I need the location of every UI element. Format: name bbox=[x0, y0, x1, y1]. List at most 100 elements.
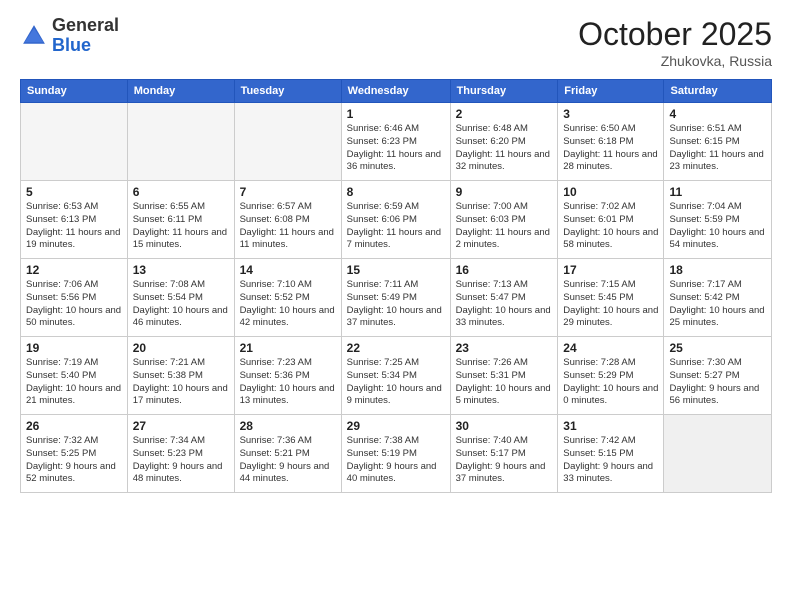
table-row: 8 Sunrise: 6:59 AM Sunset: 6:06 PM Daylig… bbox=[341, 181, 450, 259]
day-info: Sunrise: 6:57 AM Sunset: 6:08 PM Dayligh… bbox=[240, 201, 336, 252]
day-number: 16 bbox=[456, 263, 553, 277]
day-info: Sunrise: 7:23 AM Sunset: 5:36 PM Dayligh… bbox=[240, 357, 336, 408]
location-subtitle: Zhukovka, Russia bbox=[578, 53, 772, 69]
table-row bbox=[664, 415, 772, 493]
table-row: 3 Sunrise: 6:50 AM Sunset: 6:18 PM Daylig… bbox=[558, 103, 664, 181]
calendar-table: Sunday Monday Tuesday Wednesday Thursday… bbox=[20, 79, 772, 493]
day-number: 17 bbox=[563, 263, 658, 277]
col-monday: Monday bbox=[127, 80, 234, 103]
table-row bbox=[234, 103, 341, 181]
logo: General Blue bbox=[20, 16, 119, 56]
table-row: 18 Sunrise: 7:17 AM Sunset: 5:42 PM Dayli… bbox=[664, 259, 772, 337]
day-number: 24 bbox=[563, 341, 658, 355]
day-info: Sunrise: 6:48 AM Sunset: 6:20 PM Dayligh… bbox=[456, 123, 553, 174]
day-number: 31 bbox=[563, 419, 658, 433]
table-row: 12Sunrise: 7:06 AM Sunset: 5:56 PM Dayli… bbox=[21, 259, 128, 337]
table-row: 21 Sunrise: 7:23 AM Sunset: 5:36 PM Dayli… bbox=[234, 337, 341, 415]
day-number: 4 bbox=[669, 107, 766, 121]
day-number: 9 bbox=[456, 185, 553, 199]
day-number: 20 bbox=[133, 341, 229, 355]
table-row: 26 Sunrise: 7:32 AM Sunset: 5:25 PM Dayli… bbox=[21, 415, 128, 493]
day-number: 18 bbox=[669, 263, 766, 277]
col-sunday: Sunday bbox=[21, 80, 128, 103]
table-row bbox=[127, 103, 234, 181]
day-info: Sunrise: 7:17 AM Sunset: 5:42 PM Dayligh… bbox=[669, 279, 766, 330]
table-row bbox=[21, 103, 128, 181]
title-section: October 2025 Zhukovka, Russia bbox=[578, 16, 772, 69]
day-number: 19 bbox=[26, 341, 122, 355]
day-number: 7 bbox=[240, 185, 336, 199]
day-number: 14 bbox=[240, 263, 336, 277]
day-number: 10 bbox=[563, 185, 658, 199]
day-info: Sunrise: 7:19 AM Sunset: 5:40 PM Dayligh… bbox=[26, 357, 122, 408]
day-info: Sunrise: 7:08 AM Sunset: 5:54 PM Dayligh… bbox=[133, 279, 229, 330]
day-info: Sunrise: 7:42 AM Sunset: 5:15 PM Dayligh… bbox=[563, 435, 658, 486]
logo-general-text: General bbox=[52, 15, 119, 35]
day-info: Sunrise: 7:28 AM Sunset: 5:29 PM Dayligh… bbox=[563, 357, 658, 408]
day-number: 13 bbox=[133, 263, 229, 277]
col-thursday: Thursday bbox=[450, 80, 558, 103]
table-row: 17 Sunrise: 7:15 AM Sunset: 5:45 PM Dayli… bbox=[558, 259, 664, 337]
table-row: 15Sunrise: 7:11 AM Sunset: 5:49 PM Dayli… bbox=[341, 259, 450, 337]
table-row: 6 Sunrise: 6:55 AM Sunset: 6:11 PM Daylig… bbox=[127, 181, 234, 259]
day-info: Sunrise: 7:34 AM Sunset: 5:23 PM Dayligh… bbox=[133, 435, 229, 486]
table-row: 25Sunrise: 7:30 AM Sunset: 5:27 PM Dayli… bbox=[664, 337, 772, 415]
day-number: 6 bbox=[133, 185, 229, 199]
table-row: 22Sunrise: 7:25 AM Sunset: 5:34 PM Dayli… bbox=[341, 337, 450, 415]
table-row: 16Sunrise: 7:13 AM Sunset: 5:47 PM Dayli… bbox=[450, 259, 558, 337]
table-row: 1 Sunrise: 6:46 AM Sunset: 6:23 PM Daylig… bbox=[341, 103, 450, 181]
day-number: 1 bbox=[347, 107, 445, 121]
day-info: Sunrise: 6:50 AM Sunset: 6:18 PM Dayligh… bbox=[563, 123, 658, 174]
day-number: 26 bbox=[26, 419, 122, 433]
table-row: 19 Sunrise: 7:19 AM Sunset: 5:40 PM Dayli… bbox=[21, 337, 128, 415]
table-row: 20 Sunrise: 7:21 AM Sunset: 5:38 PM Dayli… bbox=[127, 337, 234, 415]
calendar-week-row: 26 Sunrise: 7:32 AM Sunset: 5:25 PM Dayli… bbox=[21, 415, 772, 493]
day-number: 30 bbox=[456, 419, 553, 433]
header: General Blue October 2025 Zhukovka, Russ… bbox=[20, 16, 772, 69]
table-row: 7 Sunrise: 6:57 AM Sunset: 6:08 PM Daylig… bbox=[234, 181, 341, 259]
calendar-header-row: Sunday Monday Tuesday Wednesday Thursday… bbox=[21, 80, 772, 103]
day-info: Sunrise: 7:21 AM Sunset: 5:38 PM Dayligh… bbox=[133, 357, 229, 408]
day-info: Sunrise: 7:26 AM Sunset: 5:31 PM Dayligh… bbox=[456, 357, 553, 408]
calendar-week-row: 19 Sunrise: 7:19 AM Sunset: 5:40 PM Dayli… bbox=[21, 337, 772, 415]
logo-icon bbox=[20, 22, 48, 50]
table-row: 29Sunrise: 7:38 AM Sunset: 5:19 PM Dayli… bbox=[341, 415, 450, 493]
day-number: 22 bbox=[347, 341, 445, 355]
col-wednesday: Wednesday bbox=[341, 80, 450, 103]
day-number: 8 bbox=[347, 185, 445, 199]
logo-text: General Blue bbox=[52, 16, 119, 56]
col-tuesday: Tuesday bbox=[234, 80, 341, 103]
day-number: 21 bbox=[240, 341, 336, 355]
table-row: 28Sunrise: 7:36 AM Sunset: 5:21 PM Dayli… bbox=[234, 415, 341, 493]
table-row: 30 Sunrise: 7:40 AM Sunset: 5:17 PM Dayli… bbox=[450, 415, 558, 493]
day-number: 5 bbox=[26, 185, 122, 199]
day-info: Sunrise: 7:15 AM Sunset: 5:45 PM Dayligh… bbox=[563, 279, 658, 330]
col-saturday: Saturday bbox=[664, 80, 772, 103]
table-row: 31 Sunrise: 7:42 AM Sunset: 5:15 PM Dayli… bbox=[558, 415, 664, 493]
day-info: Sunrise: 7:30 AM Sunset: 5:27 PM Dayligh… bbox=[669, 357, 766, 408]
day-info: Sunrise: 7:11 AM Sunset: 5:49 PM Dayligh… bbox=[347, 279, 445, 330]
table-row: 14 Sunrise: 7:10 AM Sunset: 5:52 PM Dayli… bbox=[234, 259, 341, 337]
table-row: 2 Sunrise: 6:48 AM Sunset: 6:20 PM Daylig… bbox=[450, 103, 558, 181]
table-row: 10Sunrise: 7:02 AM Sunset: 6:01 PM Dayli… bbox=[558, 181, 664, 259]
table-row: 5 Sunrise: 6:53 AM Sunset: 6:13 PM Daylig… bbox=[21, 181, 128, 259]
day-number: 28 bbox=[240, 419, 336, 433]
table-row: 27Sunrise: 7:34 AM Sunset: 5:23 PM Dayli… bbox=[127, 415, 234, 493]
calendar-week-row: 5 Sunrise: 6:53 AM Sunset: 6:13 PM Daylig… bbox=[21, 181, 772, 259]
day-info: Sunrise: 7:06 AM Sunset: 5:56 PM Dayligh… bbox=[26, 279, 122, 330]
day-number: 2 bbox=[456, 107, 553, 121]
day-info: Sunrise: 6:55 AM Sunset: 6:11 PM Dayligh… bbox=[133, 201, 229, 252]
table-row: 24 Sunrise: 7:28 AM Sunset: 5:29 PM Dayli… bbox=[558, 337, 664, 415]
day-info: Sunrise: 6:53 AM Sunset: 6:13 PM Dayligh… bbox=[26, 201, 122, 252]
col-friday: Friday bbox=[558, 80, 664, 103]
table-row: 4 Sunrise: 6:51 AM Sunset: 6:15 PM Daylig… bbox=[664, 103, 772, 181]
day-number: 23 bbox=[456, 341, 553, 355]
day-number: 3 bbox=[563, 107, 658, 121]
day-info: Sunrise: 6:46 AM Sunset: 6:23 PM Dayligh… bbox=[347, 123, 445, 174]
month-title: October 2025 bbox=[578, 16, 772, 53]
day-info: Sunrise: 6:59 AM Sunset: 6:06 PM Dayligh… bbox=[347, 201, 445, 252]
day-info: Sunrise: 7:10 AM Sunset: 5:52 PM Dayligh… bbox=[240, 279, 336, 330]
day-info: Sunrise: 6:51 AM Sunset: 6:15 PM Dayligh… bbox=[669, 123, 766, 174]
day-info: Sunrise: 7:32 AM Sunset: 5:25 PM Dayligh… bbox=[26, 435, 122, 486]
day-info: Sunrise: 7:40 AM Sunset: 5:17 PM Dayligh… bbox=[456, 435, 553, 486]
